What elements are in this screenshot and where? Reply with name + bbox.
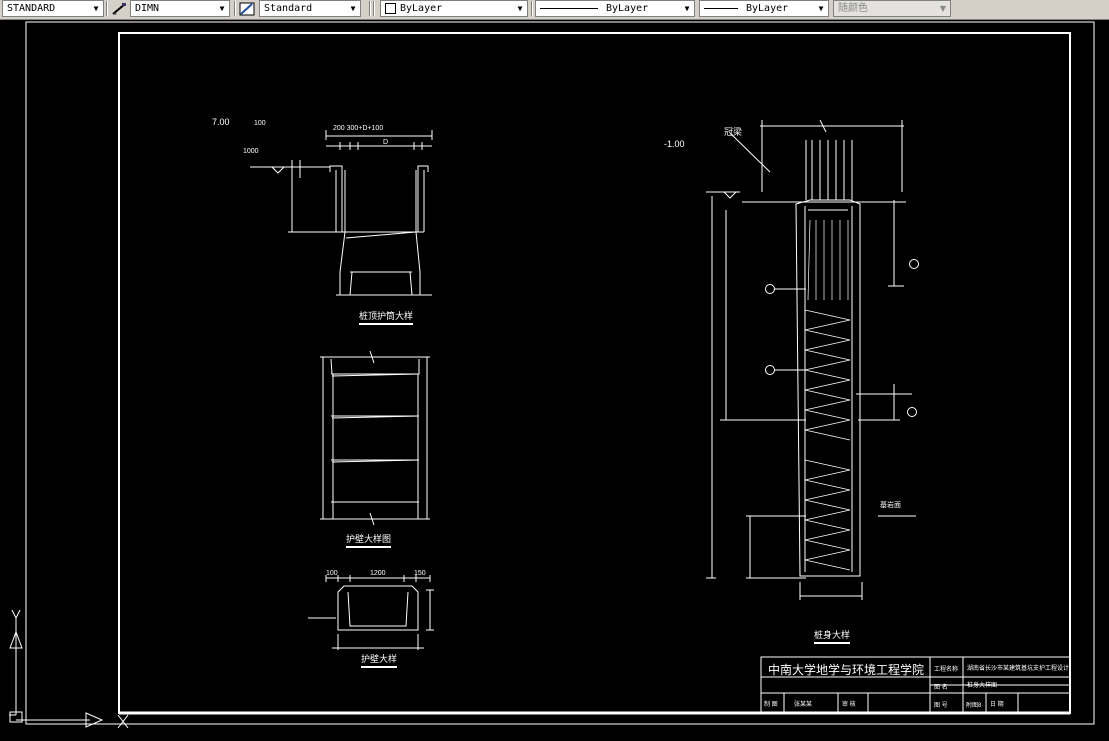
date-label: 日 期 xyxy=(990,702,1004,708)
pile-top-detail-title: 桩顶护筒大样 xyxy=(359,309,414,325)
chevron-down-icon[interactable]: ▼ xyxy=(680,1,694,16)
table-style-value: Standard xyxy=(264,3,313,14)
elevation-label: 7.00 xyxy=(212,117,230,127)
table-style-icon[interactable] xyxy=(239,1,256,16)
designer-name: 张某某 xyxy=(794,702,813,708)
chevron-down-icon[interactable]: ▼ xyxy=(89,1,103,16)
project-name-label: 工程名称 xyxy=(934,667,959,673)
dim-style-value: DIMN xyxy=(135,3,160,14)
project-name: 湖南省长沙市某建筑基坑支护工程设计 xyxy=(967,666,1070,672)
wall-detail-drawing-title: 护壁大样图 xyxy=(346,532,392,548)
color-swatch-icon xyxy=(385,2,396,14)
lineweight-value: ByLayer xyxy=(746,3,789,14)
drawing-canvas[interactable]: 7.00 100 1000 200 300+D+100 D 桩顶护筒大样 护壁大… xyxy=(0,20,1109,741)
ucs-icon xyxy=(9,609,129,729)
pile-detail-title: 桩身大样 xyxy=(814,628,851,644)
table-style-dropdown[interactable]: Standard ▼ xyxy=(259,0,361,17)
chevron-down-icon[interactable]: ▼ xyxy=(346,1,360,16)
pile-top-casing-detail xyxy=(250,130,433,296)
crown-beam-label: 冠梁 xyxy=(724,127,743,137)
reviewer-label: 审 核 xyxy=(842,702,856,708)
lineweight-dropdown[interactable]: ByLayer ▼ xyxy=(699,0,829,17)
text-style-dropdown[interactable]: STANDARD ▼ xyxy=(2,0,104,17)
toolbar-separator xyxy=(106,1,108,16)
wall-detail-title: 护壁大样 xyxy=(361,652,398,668)
wall-detail-drawing xyxy=(320,350,430,526)
drawing-no-label: 图 号 xyxy=(934,703,948,709)
dim-text: 100 xyxy=(254,120,266,127)
drawing-name-label: 图 名 xyxy=(934,685,948,691)
school-name: 中南大学地学与环境工程学院 xyxy=(768,663,925,677)
text-style-value: STANDARD xyxy=(7,3,56,14)
sheet-outer-border xyxy=(25,21,1095,725)
dimension-style-icon[interactable] xyxy=(111,1,128,16)
chevron-down-icon[interactable]: ▼ xyxy=(814,1,828,16)
linetype-value: ByLayer xyxy=(606,3,649,14)
layer-color-value: ByLayer xyxy=(400,3,443,14)
dim-text: D xyxy=(383,139,389,146)
dim-text: 1000 xyxy=(243,148,259,155)
chevron-down-icon[interactable]: ▼ xyxy=(215,1,229,16)
drawing-svg xyxy=(9,21,1095,729)
toolbar-separator xyxy=(369,1,371,16)
lineweight-sample-icon xyxy=(704,7,738,9)
color-control-dropdown[interactable]: ByLayer ▼ xyxy=(380,0,528,17)
sheet-inner-border xyxy=(118,32,1071,714)
elevation-label: -1.00 xyxy=(664,139,685,149)
linetype-sample-icon xyxy=(540,7,598,9)
toolbar-separator xyxy=(531,1,533,16)
dim-style-dropdown[interactable]: DIMN ▼ xyxy=(130,0,230,17)
drawn-by-label: 制 图 xyxy=(764,702,778,708)
plot-style-dropdown[interactable]: 随颜色 ▼ xyxy=(833,0,951,17)
pile-body-detail xyxy=(706,119,919,600)
plot-style-value: 随颜色 xyxy=(838,3,868,14)
dim-text: 100 xyxy=(326,570,338,577)
dim-text: 200 300+D+100 xyxy=(333,125,384,132)
dim-text: 150 xyxy=(414,570,426,577)
toolbar-separator xyxy=(234,1,236,16)
rock-surface-label: 基岩面 xyxy=(880,502,901,509)
sheet-number: 附图8 xyxy=(966,703,982,709)
drawing-name: 桩身大样图 xyxy=(967,683,998,689)
wall-detail xyxy=(308,575,434,650)
dim-text: 1200 xyxy=(370,570,386,577)
chevron-down-icon[interactable]: ▼ xyxy=(513,1,527,16)
chevron-down-icon[interactable]: ▼ xyxy=(936,1,950,16)
properties-toolbar: STANDARD ▼ DIMN ▼ Standard ▼ ByLayer ▼ B… xyxy=(0,0,1109,20)
toolbar-separator xyxy=(373,1,375,16)
linetype-dropdown[interactable]: ByLayer ▼ xyxy=(535,0,695,17)
